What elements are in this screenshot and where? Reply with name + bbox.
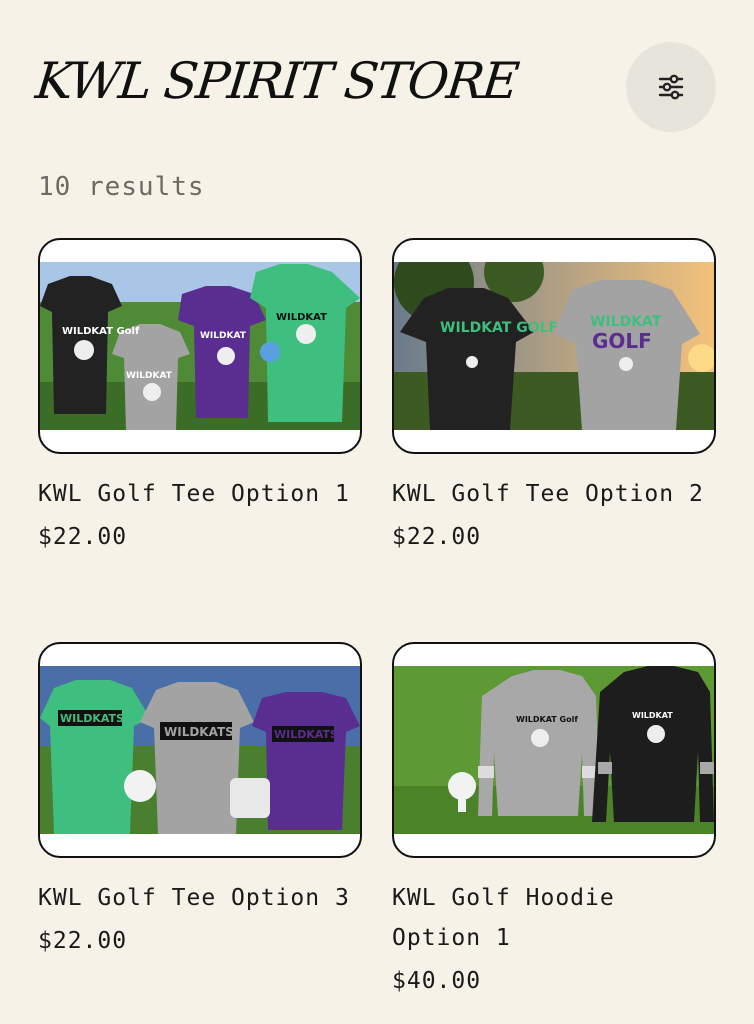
results-count: 10 results [38, 172, 205, 202]
svg-text:WILDKAT: WILDKAT [126, 371, 173, 381]
filter-button[interactable] [626, 42, 716, 132]
shirt-print-text: WILDKAT Golf [516, 715, 578, 724]
product-card[interactable]: WILDKATS WILDKATS WILDKATS KWL Golf Tee … [38, 642, 362, 954]
product-name[interactable]: KWL Golf Hoodie Option 1 [392, 878, 716, 958]
shirt-print-text: WILDKAT GOLF [440, 320, 558, 336]
product-image[interactable]: WILDKAT Golf WILDKAT [392, 642, 716, 858]
header: KWL SPIRIT STORE [0, 0, 754, 150]
product-price: $22.00 [38, 524, 128, 550]
shirt-print-text: WILDKATS [60, 712, 124, 725]
product-name[interactable]: KWL Golf Tee Option 2 [392, 474, 716, 514]
product-card[interactable]: WILDKAT GOLF WILDKAT GOLF KWL Golf Tee O… [392, 238, 716, 550]
svg-text:WILDKAT: WILDKAT [200, 331, 247, 341]
product-image[interactable]: WILDKAT GOLF WILDKAT GOLF [392, 238, 716, 454]
product-card[interactable]: WILDKAT Golf WILDKAT WILDKAT WILDKAT KWL… [38, 238, 362, 550]
product-price: $22.00 [38, 928, 128, 954]
product-price: $22.00 [392, 524, 482, 550]
product-card[interactable]: WILDKAT Golf WILDKAT KWL Golf Hoodie Opt… [392, 642, 716, 994]
svg-text:WILDKATS: WILDKATS [164, 725, 234, 739]
svg-text:WILDKAT: WILDKAT [276, 312, 327, 323]
store-title: KWL SPIRIT STORE [32, 52, 521, 110]
svg-text:WILDKAT: WILDKAT [632, 711, 673, 720]
product-price: $40.00 [392, 968, 482, 994]
golf-tee-image-2: WILDKAT GOLF WILDKAT GOLF [394, 262, 714, 430]
product-image[interactable]: WILDKATS WILDKATS WILDKATS [38, 642, 362, 858]
svg-text:GOLF: GOLF [592, 329, 652, 353]
product-name[interactable]: KWL Golf Tee Option 1 [38, 474, 362, 514]
golf-tee-image-3: WILDKATS WILDKATS WILDKATS [40, 666, 360, 834]
product-image[interactable]: WILDKAT Golf WILDKAT WILDKAT WILDKAT [38, 238, 362, 454]
product-name[interactable]: KWL Golf Tee Option 3 [38, 878, 362, 918]
svg-text:WILDKAT: WILDKAT [590, 314, 662, 330]
sliders-icon [658, 74, 684, 100]
svg-text:WILDKATS: WILDKATS [274, 728, 338, 741]
golf-hoodie-image-1: WILDKAT Golf WILDKAT [394, 666, 714, 834]
golf-tee-image-1: WILDKAT Golf WILDKAT WILDKAT WILDKAT [40, 262, 360, 430]
shirt-print-text: WILDKAT Golf [62, 326, 140, 337]
